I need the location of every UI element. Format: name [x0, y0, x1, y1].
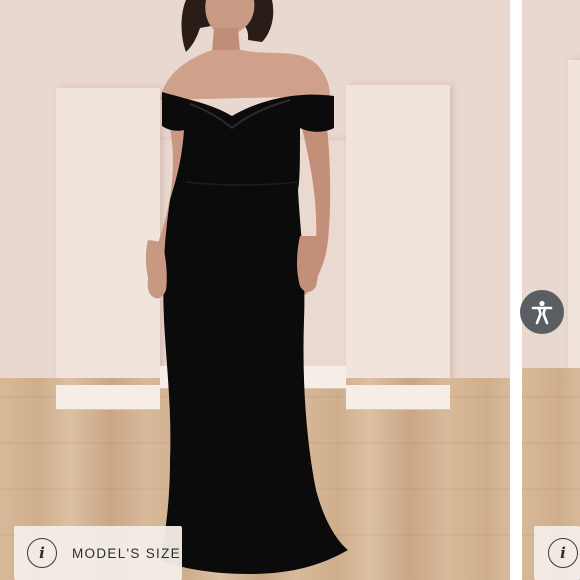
info-icon: i — [27, 538, 57, 568]
product-image-next[interactable] — [522, 0, 580, 580]
models-size-label: MODEL'S SIZE — [72, 545, 181, 561]
accessibility-icon — [531, 300, 553, 325]
backdrop-panel-next — [568, 60, 580, 390]
info-icon: i — [548, 538, 578, 568]
model-figure — [145, 0, 348, 574]
product-image-main[interactable]: i MODEL'S SIZE — [0, 0, 510, 580]
models-size-button-next[interactable]: i — [534, 526, 580, 580]
models-size-button[interactable]: i MODEL'S SIZE — [14, 526, 182, 580]
slide-gutter — [510, 0, 522, 580]
accessibility-button[interactable] — [520, 290, 564, 334]
